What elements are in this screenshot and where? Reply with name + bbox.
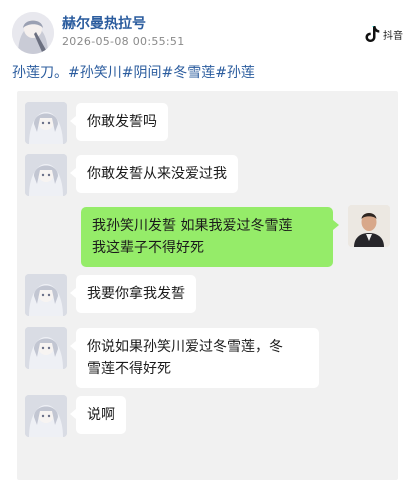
chat-bubble-outgoing: 我孙笑川发誓 如果我爱过冬雪莲 我这辈子不得好死 xyxy=(81,207,339,267)
chat-bubble-incoming: 你敢发誓吗 xyxy=(70,103,168,141)
contact-avatar xyxy=(25,154,67,196)
message-text: 你说如果孙笑川爱过冬雪莲，冬 xyxy=(87,339,283,355)
author-avatar[interactable] xyxy=(12,12,54,54)
contact-avatar xyxy=(25,274,67,316)
message-text: 我要你拿我发誓 xyxy=(87,286,185,302)
chat-screenshot: 你敢发誓吗 你敢发誓从来没爱过我 我孙笑川发誓 如果我爱过冬雪莲 我这辈子不得好… xyxy=(17,91,398,480)
contact-avatar xyxy=(25,102,67,144)
contact-avatar xyxy=(25,395,67,437)
douyin-icon xyxy=(365,26,380,42)
chat-bubble-incoming: 我要你拿我发誓 xyxy=(70,275,196,313)
author-name[interactable]: 赫尔曼热拉号 xyxy=(62,13,146,33)
contact-avatar xyxy=(25,327,67,369)
self-avatar xyxy=(348,205,390,247)
post-header: 赫尔曼热拉号 2026-05-08 00:55:51 抖音 孙莲刀。#孙笑川#阴… xyxy=(0,0,411,88)
message-text: 我这辈子不得好死 xyxy=(92,240,204,256)
message-text: 我孙笑川发誓 如果我爱过冬雪莲 xyxy=(92,218,293,234)
message-text: 你敢发誓从来没爱过我 xyxy=(87,166,227,182)
post-timestamp: 2026-05-08 00:55:51 xyxy=(62,35,185,48)
douyin-label: 抖音 xyxy=(383,30,403,42)
chat-bubble-incoming: 你说如果孙笑川爱过冬雪莲，冬 雪莲不得好死 xyxy=(70,328,319,388)
douyin-logo: 抖音 xyxy=(364,25,403,43)
chat-bubble-incoming: 你敢发誓从来没爱过我 xyxy=(70,155,238,193)
message-text: 说啊 xyxy=(87,407,115,423)
message-text: 雪莲不得好死 xyxy=(87,361,171,377)
message-text: 你敢发誓吗 xyxy=(87,114,157,130)
chat-bubble-incoming: 说啊 xyxy=(70,396,126,434)
post-caption[interactable]: 孙莲刀。#孙笑川#阴间#冬雪莲#孙莲 xyxy=(12,62,255,82)
